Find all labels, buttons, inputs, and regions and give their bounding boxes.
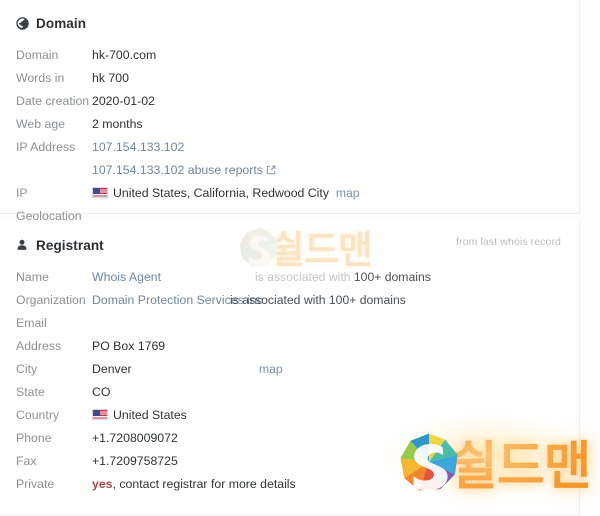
- row-label: Domain: [16, 48, 59, 62]
- table-row: Email: [0, 312, 579, 335]
- assoc-prefix: is associated with: [230, 293, 329, 307]
- private-suffix: , contact registrar for more details: [112, 477, 296, 491]
- table-row: IP Address 107.154.133.102: [0, 136, 579, 159]
- table-row: Private yes, contact registrar for more …: [0, 473, 579, 496]
- assoc-count: 100+ domains: [353, 270, 431, 284]
- registrant-section-header: Registrant from last whois record: [0, 222, 579, 256]
- geolocation-text: United States, California, Redwood City: [113, 186, 329, 200]
- row-label: Address: [16, 339, 62, 353]
- row-label: Words in: [16, 71, 65, 85]
- abuse-reports-link[interactable]: 107.154.133.102 abuse reports: [92, 163, 263, 177]
- table-row: 107.154.133.102 abuse reports: [0, 159, 579, 182]
- table-row: City Denver map: [0, 358, 579, 381]
- row-value: hk 700: [92, 71, 129, 85]
- country-text: United States: [113, 408, 187, 422]
- assoc-prefix: is associated with: [255, 270, 354, 284]
- row-label: Private: [16, 477, 55, 491]
- row-value: Denver map: [92, 358, 579, 381]
- row-value: 107.154.133.102 abuse reports: [92, 159, 579, 182]
- table-row: Address PO Box 1769: [0, 335, 579, 358]
- row-label: Fax: [16, 454, 37, 468]
- row-label: Name: [16, 270, 49, 284]
- name-association-note: is associated with 100+ domains: [255, 266, 431, 289]
- row-label: Web age: [16, 117, 65, 131]
- row-label: State: [16, 385, 45, 399]
- domain-rows: Domain hk-700.com Words in hk 700 Date c…: [0, 34, 579, 228]
- row-value: United States: [92, 404, 579, 427]
- table-row: Fax +1.7209758725: [0, 450, 579, 473]
- table-row: Name Whois Agent is associated with 100+…: [0, 266, 579, 289]
- row-label: IP Address: [16, 140, 76, 154]
- row-label: Organization: [16, 293, 86, 307]
- domain-section-header: Domain: [0, 0, 579, 34]
- row-value: 107.154.133.102: [92, 136, 579, 159]
- row-value: yes, contact registrar for more details: [92, 473, 579, 496]
- row-value: +1.7208009072: [92, 431, 178, 445]
- organization-association-note: is associated with 100+ domains: [230, 289, 406, 312]
- external-link-icon: [266, 165, 276, 175]
- city-text: Denver: [92, 362, 132, 376]
- table-row: Web age 2 months: [0, 113, 579, 136]
- table-row: State CO: [0, 381, 579, 404]
- domain-section-title: Domain: [36, 15, 87, 31]
- table-row: Phone +1.7208009072: [0, 427, 579, 450]
- table-row: Words in hk 700: [0, 67, 579, 90]
- registrant-card: Registrant from last whois record Name W…: [0, 222, 580, 516]
- geolocation-map-link[interactable]: map: [336, 186, 360, 200]
- table-row: Date creation 2020-01-02: [0, 90, 579, 113]
- row-label: Email: [16, 316, 47, 330]
- user-icon: [16, 239, 29, 252]
- private-yes-value: yes: [92, 477, 113, 491]
- globe-icon: [16, 16, 29, 30]
- registrant-name-link[interactable]: Whois Agent: [92, 270, 161, 284]
- table-row: Organization Domain Protection Services …: [0, 289, 579, 312]
- assoc-count: 100+ domains: [328, 293, 406, 307]
- row-label: Country: [16, 408, 60, 422]
- row-value: +1.7209758725: [92, 454, 178, 468]
- row-value: Whois Agent is associated with 100+ doma…: [92, 266, 579, 289]
- registrant-rows: Name Whois Agent is associated with 100+…: [0, 256, 579, 496]
- row-value: PO Box 1769: [92, 339, 166, 353]
- row-value: Domain Protection Services inc is associ…: [92, 289, 579, 312]
- us-flag-icon: [92, 409, 108, 420]
- row-value: 2 months: [92, 117, 143, 131]
- city-map-link[interactable]: map: [259, 358, 283, 381]
- row-value: United States, California, Redwood City …: [92, 182, 579, 205]
- ip-address-link[interactable]: 107.154.133.102: [92, 140, 184, 154]
- us-flag-icon: [92, 187, 108, 198]
- row-value: 2020-01-02: [92, 94, 155, 108]
- row-label: City: [16, 362, 38, 376]
- row-label: Phone: [16, 431, 52, 445]
- row-value: hk-700.com: [92, 48, 157, 62]
- domain-card: Domain Domain hk-700.com Words in hk 700…: [0, 0, 580, 223]
- whois-result-page: Domain Domain hk-700.com Words in hk 700…: [0, 0, 600, 516]
- table-row: Domain hk-700.com: [0, 44, 579, 67]
- row-value: CO: [92, 385, 111, 399]
- whois-record-note: from last whois record: [456, 236, 561, 248]
- registrant-section-title: Registrant: [36, 237, 104, 253]
- table-row: Country United States: [0, 404, 579, 427]
- row-label: Date creation: [16, 94, 90, 108]
